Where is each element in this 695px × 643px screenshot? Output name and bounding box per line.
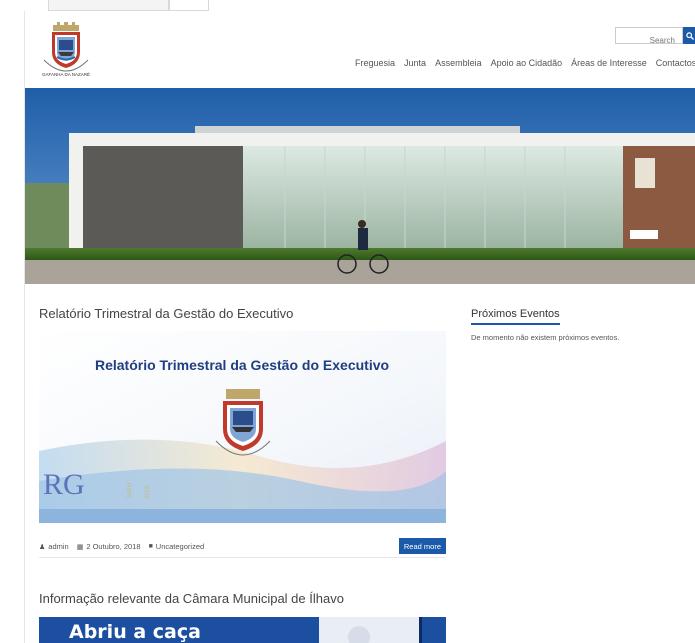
meta-divider — [39, 557, 446, 558]
user-icon: ♟ — [39, 543, 46, 551]
post-title-1[interactable]: Relatório Trimestral da Gestão do Execut… — [39, 306, 293, 321]
search-icon — [685, 31, 694, 40]
folder-icon: ■ — [148, 543, 153, 550]
nav-freguesia[interactable]: Freguesia — [355, 58, 395, 68]
main-nav: Freguesia Junta Assembleia Apoio ao Cida… — [355, 58, 695, 68]
meta-date: ▦ 2 Outubro, 2018 — [77, 542, 141, 551]
post-date: 2 Outubro, 2018 — [86, 542, 141, 551]
hero-image — [25, 88, 695, 284]
site-header: GAFANHA DA NAZARÉ Freguesia Junta Assemb… — [25, 11, 695, 88]
browser-tab-new[interactable] — [169, 0, 209, 11]
author-name[interactable]: admin — [48, 542, 68, 551]
image-vertical-month: Junho — [127, 482, 133, 499]
logo-caption: GAFANHA DA NAZARÉ — [42, 71, 90, 77]
image-heading: Relatório Trimestral da Gestão do Execut… — [95, 357, 389, 373]
image-monogram: RG — [43, 468, 85, 501]
image-vertical-year: 2018 — [145, 485, 151, 499]
page-frame: GAFANHA DA NAZARÉ Freguesia Junta Assemb… — [24, 11, 695, 643]
search-input[interactable] — [616, 33, 679, 48]
nav-contactos[interactable]: Contactos — [656, 58, 695, 68]
search-button[interactable] — [683, 27, 695, 44]
search-box — [615, 27, 683, 48]
browser-tab[interactable] — [48, 0, 169, 11]
browser-tab-strip — [0, 0, 695, 11]
nav-areas-interesse[interactable]: Áreas de Interesse — [571, 58, 647, 68]
read-more-button[interactable]: Read more — [398, 538, 446, 554]
calendar-icon: ▦ — [76, 543, 84, 551]
widget-text-eventos: De momento não existem próximos eventos. — [471, 333, 620, 342]
site-logo[interactable]: GAFANHA DA NAZARÉ — [36, 20, 96, 80]
post-featured-image-1[interactable]: Relatório Trimestral da Gestão do Execut… — [39, 331, 446, 523]
post-featured-image-2[interactable]: Abriu a caça — [39, 617, 446, 643]
meta-category[interactable]: ■ Uncategorized — [149, 542, 205, 551]
meta-author[interactable]: ♟ admin — [39, 542, 69, 551]
banner-heading: Abriu a caça — [69, 621, 201, 643]
widget-title-proximos-eventos: Próximos Eventos — [471, 308, 560, 325]
category-name[interactable]: Uncategorized — [156, 542, 204, 551]
nav-apoio-cidadao[interactable]: Apoio ao Cidadão — [491, 58, 563, 68]
post-meta: ♟ admin ▦ 2 Outubro, 2018 ■ Uncategorized R… — [39, 538, 446, 555]
nav-junta[interactable]: Junta — [404, 58, 426, 68]
nav-assembleia[interactable]: Assembleia — [435, 58, 482, 68]
post-title-2[interactable]: Informação relevante da Câmara Municipal… — [39, 591, 344, 606]
